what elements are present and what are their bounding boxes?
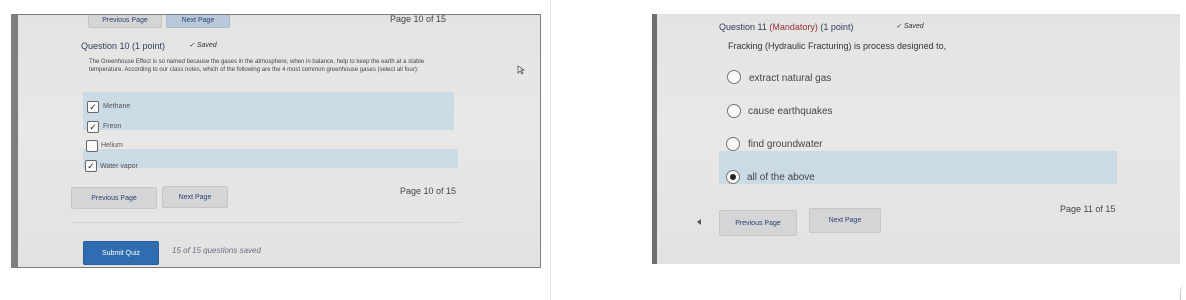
option-label-freon: Freon [103,123,122,130]
checkbox-methane[interactable]: ✓ [87,101,99,113]
next-page-button[interactable]: Next Page [809,208,881,233]
radio-extract-natural-gas[interactable] [727,70,741,84]
question-number: Question 11 [719,22,767,32]
previous-page-button[interactable]: Previous Page [719,210,797,236]
mouse-cursor-icon [517,65,525,75]
submit-quiz-button[interactable]: Submit Quiz [83,241,159,265]
radio-selected-dot [730,174,736,180]
image-divider [550,0,551,300]
selected-row-highlight [83,149,458,168]
saved-count-text: 15 of 15 questions saved [172,246,261,255]
option-label-methane: Methane [103,103,131,110]
points-label: (1 point) [820,22,854,32]
previous-page-button[interactable]: Previous Page [71,187,157,209]
screen-bezel [652,14,657,264]
checkbox-helium[interactable] [86,140,98,152]
top-next-page-button[interactable]: Next Page [166,15,230,28]
page-indicator: Page 10 of 15 [400,186,457,196]
option-label-cause-earthquakes: cause earthquakes [748,106,833,117]
radio-cause-earthquakes[interactable] [727,104,741,118]
check-icon: ✓ [896,23,902,30]
option-label-water-vapor: Water vapor [100,163,138,170]
option-label-all-of-the-above: all of the above [747,172,815,183]
question-prompt: Fracking (Hydraulic Fracturing) is proce… [728,41,947,51]
option-label-extract-natural-gas: extract natural gas [749,73,832,84]
scroll-left-arrow-icon [697,219,701,225]
left-screenshot-photo: Previous Page Next Page Page 10 of 15 Qu… [11,14,541,268]
option-label-find-groundwater: find groundwater [748,139,823,150]
checkmark-icon: ✓ [89,102,97,112]
question-title: Question 11 (Mandatory) (1 point) [719,22,853,32]
top-previous-page-button[interactable]: Previous Page [88,15,162,28]
question-prompt: The Greenhouse Effect is so named becaus… [89,59,425,73]
question-title: Question 10 (1 point) [81,41,166,51]
next-page-button[interactable]: Next Page [162,186,228,208]
option-label-helium: Helium [101,142,123,149]
checkbox-freon[interactable]: ✓ [87,121,99,133]
check-icon: ✓ [189,42,195,49]
selected-row-highlight [83,92,454,130]
checkbox-water-vapor[interactable]: ✓ [85,160,97,172]
radio-find-groundwater[interactable] [726,137,740,151]
top-page-indicator: Page 10 of 15 [390,14,447,24]
screen-bezel [12,15,18,267]
saved-status: ✓ Saved [189,41,217,49]
right-screenshot-photo: Question 11 (Mandatory) (1 point) ✓ Save… [652,14,1180,264]
saved-label: Saved [196,42,217,49]
page-indicator: Page 11 of 15 [1060,204,1116,214]
divider [72,222,462,223]
checkmark-icon: ✓ [87,161,95,171]
radio-all-of-the-above[interactable] [726,170,740,184]
corner-curve [1180,286,1186,300]
mandatory-label: (Mandatory) [769,22,818,32]
saved-label: Saved [903,23,924,30]
saved-status: ✓ Saved [896,22,924,30]
checkmark-icon: ✓ [89,122,97,132]
